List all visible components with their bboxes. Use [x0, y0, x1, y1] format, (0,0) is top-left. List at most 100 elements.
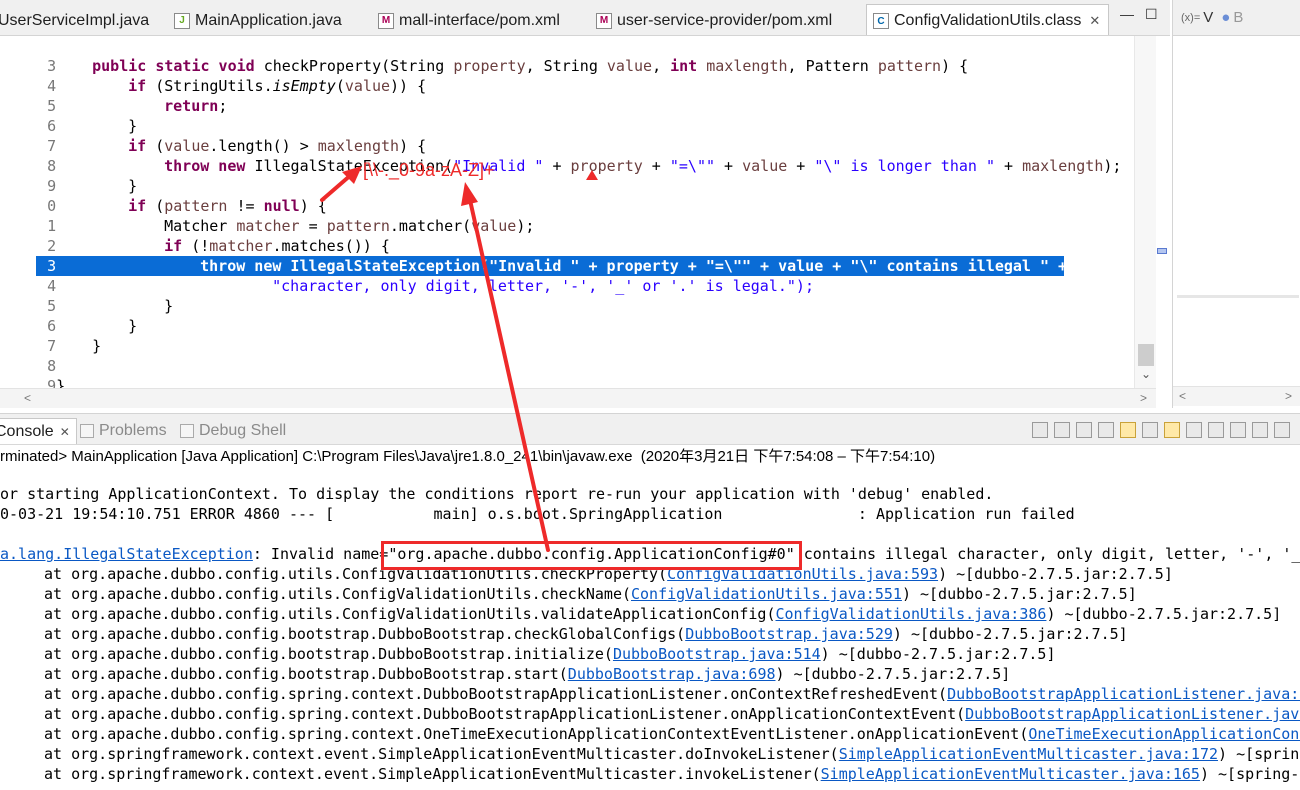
stack-frame: at org.apache.dubbo.config.spring.contex… [44, 705, 966, 723]
tab-configvalidationutils[interactable]: C ConfigValidationUtils.class ✕ [866, 4, 1110, 35]
show-on-stdout-icon[interactable] [1164, 422, 1180, 438]
close-icon[interactable]: ✕ [1089, 13, 1100, 29]
tab-debug-shell[interactable]: Debug Shell [180, 418, 286, 444]
tab-label: Console [0, 422, 54, 440]
code-line: 6} [0, 296, 1156, 335]
right-side-panel: (x)= V ● B < > [1172, 0, 1300, 408]
tab-variables[interactable]: (x)= V [1181, 9, 1213, 26]
tab-problems[interactable]: Problems [80, 418, 167, 444]
right-panel-scrollbar[interactable]: < > [1173, 386, 1300, 406]
stack-trace-line: at org.apache.dubbo.config.spring.contex… [0, 704, 1300, 724]
stack-frame: at org.apache.dubbo.config.bootstrap.Dub… [44, 625, 686, 643]
scrollbar-thumb[interactable] [1138, 344, 1154, 366]
source-link[interactable]: DubboBootstrapApplicationListener.java [965, 705, 1300, 723]
tab-label: V [1203, 9, 1214, 26]
stack-trace-line: at org.apache.dubbo.config.spring.contex… [0, 684, 1300, 704]
pin-console-icon[interactable] [1208, 422, 1224, 438]
source-link[interactable]: SimpleApplicationEventMulticaster.java:1… [839, 745, 1218, 763]
source-link[interactable]: OneTimeExecutionApplicationConte [1028, 725, 1300, 743]
tab-label: Debug Shell [199, 422, 287, 439]
stack-trace-line: at org.apache.dubbo.config.bootstrap.Dub… [0, 644, 1055, 664]
stack-frame: at org.springframework.context.event.Sim… [44, 765, 821, 783]
jar-info: ) ~[dubbo-2.7.5.jar:2.7.5] [820, 645, 1056, 663]
stack-frame: at org.apache.dubbo.config.spring.contex… [44, 725, 1029, 743]
tab-mall-interface-pom[interactable]: M mall-interface/pom.xml [372, 5, 560, 35]
java-file-icon: J [174, 12, 190, 29]
code-line: 8 [0, 336, 1156, 375]
tab-label: Problems [99, 422, 167, 439]
console-output[interactable]: or starting ApplicationContext. To displ… [0, 474, 1300, 790]
stack-frame: at org.apache.dubbo.config.spring.contex… [44, 685, 948, 703]
jar-info: ) ~[dubbo-2.7.5.jar:2.7.5] [775, 665, 1011, 683]
panel-divider [1177, 295, 1299, 298]
breakpoints-icon: ● [1221, 9, 1231, 26]
stack-trace-line: at org.apache.dubbo.config.bootstrap.Dub… [0, 624, 1128, 644]
exception-link[interactable]: a.lang.IllegalStateException [0, 545, 253, 563]
tab-label: B [1233, 9, 1244, 26]
source-link[interactable]: SimpleApplicationEventMulticaster.java:1… [821, 765, 1200, 783]
tab-breakpoints[interactable]: ● B [1221, 9, 1243, 26]
maximize-icon[interactable]: ☐ [1145, 6, 1158, 23]
minimize-icon[interactable] [1274, 422, 1290, 438]
tab-mainapplication[interactable]: J MainApplication.java [168, 5, 342, 35]
source-link[interactable]: ConfigValidationUtils.java:551 [631, 585, 902, 603]
scroll-down-icon[interactable]: ⌄ [1141, 367, 1151, 381]
scroll-lock-icon[interactable] [1120, 422, 1136, 438]
tab-user-service-provider-pom[interactable]: M user-service-provider/pom.xml [590, 5, 832, 35]
code-line: 9} [0, 156, 1156, 195]
scroll-left-icon[interactable]: < [1179, 389, 1186, 403]
console-status-line: rminated> MainApplication [Java Applicat… [0, 448, 936, 465]
tab-label: mall-interface/pom.xml [399, 11, 560, 29]
code-editor[interactable]: 3 public static void checkProperty(String… [0, 36, 1156, 388]
display-console-icon[interactable] [1230, 422, 1246, 438]
terminate-icon[interactable] [1032, 422, 1048, 438]
source-link[interactable]: DubboBootstrap.java:514 [613, 645, 821, 663]
show-on-stderr-icon[interactable] [1186, 422, 1202, 438]
source-link[interactable]: ConfigValidationUtils.java:386 [776, 605, 1047, 623]
regex-annotation: [\\-._0-9a-zA-Z]+ [363, 160, 495, 180]
code-line: 8 throw new IllegalStateException("Invali… [0, 136, 1156, 175]
close-icon[interactable]: ✕ [60, 425, 70, 439]
code-line: 2 if (!matcher.matches()) { [0, 216, 1156, 255]
stack-frame: at org.springframework.context.event.Sim… [44, 745, 839, 763]
xml-file-icon: M [378, 12, 394, 29]
stack-trace-line: at org.apache.dubbo.config.utils.ConfigV… [0, 604, 1281, 624]
triangle-annotation-icon [586, 170, 598, 180]
word-wrap-icon[interactable] [1142, 422, 1158, 438]
code-line: 5 return; [0, 76, 1156, 115]
code-line: 4 "character, only digit, letter, '-', '_… [0, 256, 1156, 295]
tab-console[interactable]: Console ✕ [0, 418, 77, 444]
code-line: 6} [0, 96, 1156, 135]
jar-info: ) ~[spring-c [1199, 765, 1300, 783]
class-file-icon: C [873, 13, 889, 29]
stack-trace-line: at org.springframework.context.event.Sim… [0, 764, 1300, 784]
source-link[interactable]: DubboBootstrap.java:529 [685, 625, 893, 643]
chevron-down-icon[interactable] [1252, 422, 1268, 438]
xml-file-icon: M [596, 12, 612, 29]
remove-all-icon[interactable] [1076, 422, 1092, 438]
scroll-left-icon[interactable]: < [24, 391, 31, 405]
tab-label: MainApplication.java [195, 11, 342, 29]
clear-console-icon[interactable] [1098, 422, 1114, 438]
jar-info: ) ~[dubbo-2.7.5.jar:2.7.5] [892, 625, 1128, 643]
console-line: or starting ApplicationContext. To displ… [0, 485, 994, 503]
stack-frame: at org.apache.dubbo.config.bootstrap.Dub… [44, 665, 568, 683]
debug-shell-icon [180, 424, 194, 438]
minimize-icon[interactable]: — [1120, 6, 1134, 22]
overview-ruler-marker[interactable] [1157, 248, 1167, 254]
editor-horizontal-scrollbar[interactable]: < > [0, 388, 1156, 408]
remove-launch-icon[interactable] [1054, 422, 1070, 438]
tab-userserviceimpl[interactable]: UserServiceImpl.java [0, 5, 149, 35]
code-line: 0 if (pattern != null) { [0, 176, 1156, 215]
scroll-right-icon[interactable]: > [1140, 391, 1147, 405]
problems-icon [80, 424, 94, 438]
scroll-right-icon[interactable]: > [1285, 389, 1292, 403]
code-line: 4 if (StringUtils.isEmpty(value)) { [0, 56, 1156, 95]
code-line: 9} [0, 356, 1156, 388]
tab-label: ConfigValidationUtils.class [894, 12, 1082, 29]
source-link[interactable]: DubboBootstrapApplicationListener.java:5 [947, 685, 1300, 703]
code-line: 7 if (value.length() > maxlength) { [0, 116, 1156, 155]
source-link[interactable]: DubboBootstrap.java:698 [568, 665, 776, 683]
editor-vertical-scrollbar[interactable]: ⌄ [1134, 36, 1156, 388]
